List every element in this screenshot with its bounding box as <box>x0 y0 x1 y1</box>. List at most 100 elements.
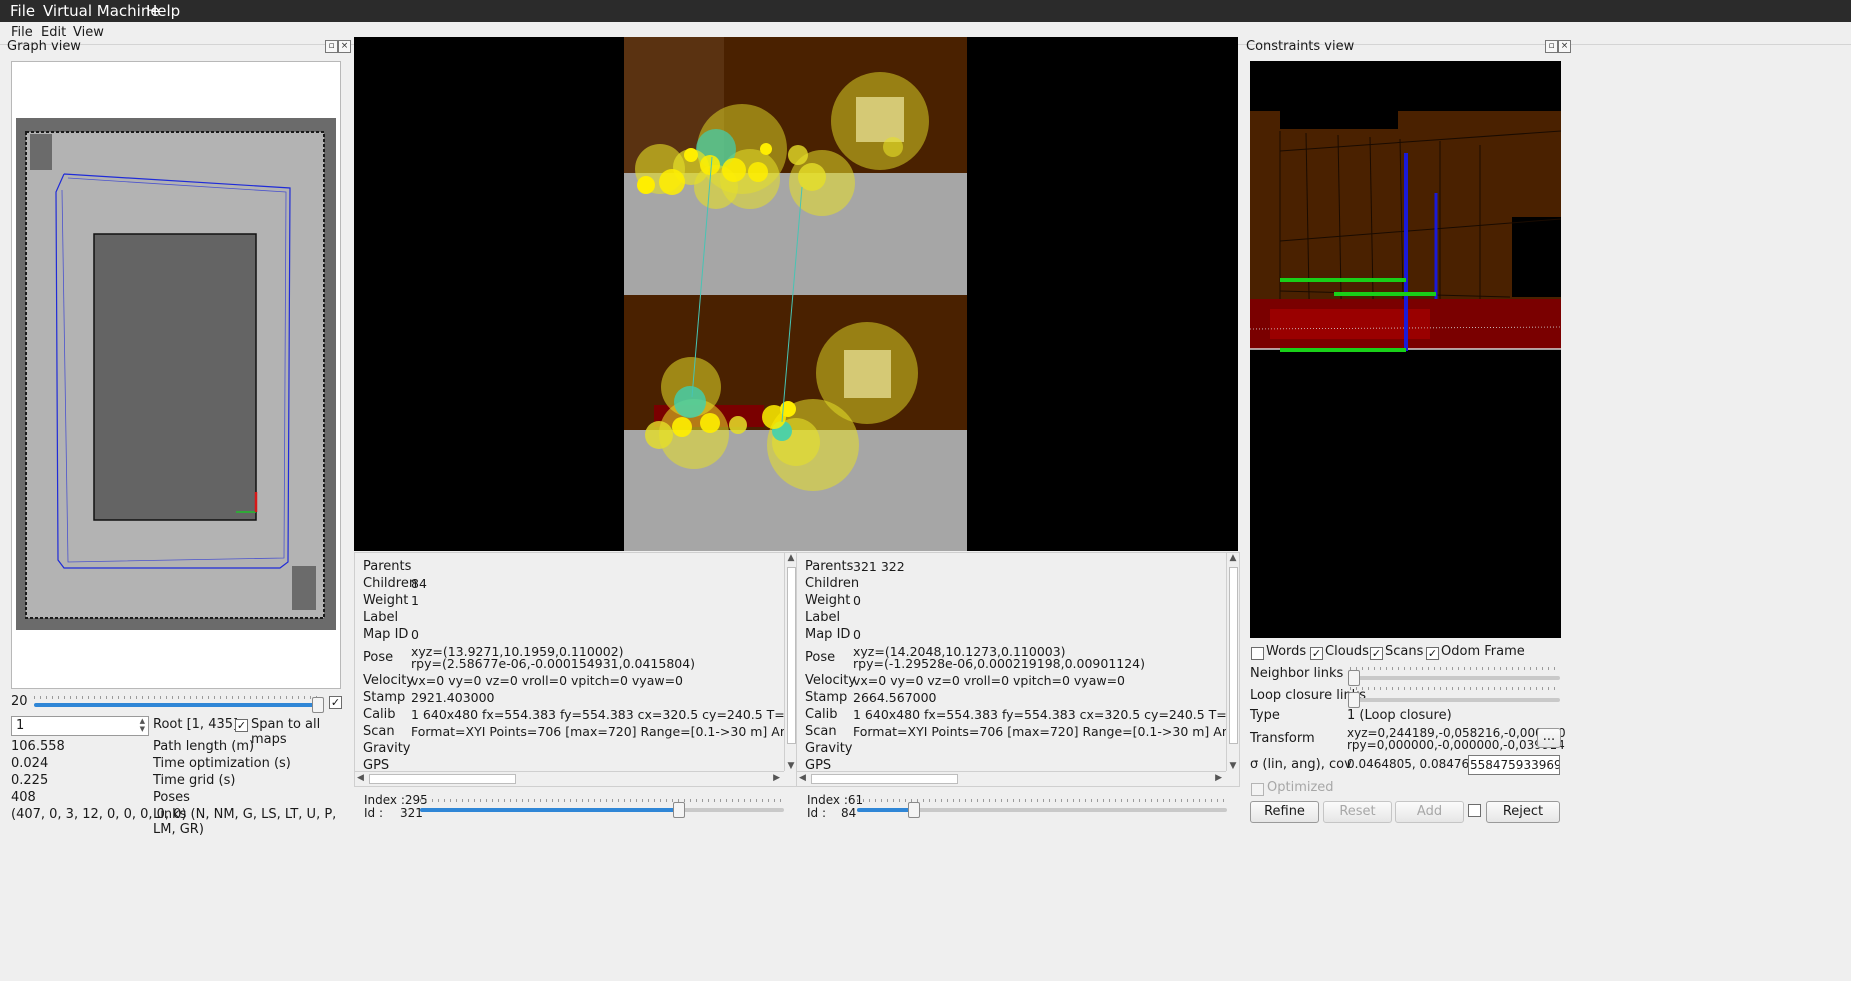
stat-label: Poses <box>153 790 190 805</box>
info-val: 0 <box>853 593 861 608</box>
stat-label: Time optimization (s) <box>153 756 291 771</box>
info-key: Gravity <box>363 741 411 756</box>
scroll-up-icon[interactable]: ▲ <box>1227 553 1239 563</box>
scroll-right-icon[interactable]: ▶ <box>1215 773 1222 783</box>
info-val: 2664.567000 <box>853 690 937 705</box>
loop-closure-image-view[interactable] <box>354 37 1238 551</box>
reset-button[interactable]: Reset <box>1323 801 1392 823</box>
slider-ticks <box>1350 687 1560 690</box>
info-key: Calib <box>363 707 396 722</box>
stat-label: Path length (m) <box>153 739 255 754</box>
scroll-left-icon[interactable]: ◀ <box>357 773 364 783</box>
left-index-slider-handle[interactable] <box>673 802 685 818</box>
left-index-row: Index :295 <box>364 793 428 807</box>
info-key: Children <box>363 576 418 591</box>
close-icon[interactable]: × <box>1558 40 1571 53</box>
info-val: rpy=(-1.29528e-06,0.000219198,0.00901124… <box>853 656 1146 671</box>
index-label: Index : <box>807 793 848 807</box>
neighbor-links-slider-handle[interactable] <box>1348 670 1360 686</box>
graph-view-dock: Graph view ▫ × 20 ✓ 1 ▲ ▼ Root [1, 435] ✓… <box>0 37 352 981</box>
info-key: Scan <box>805 724 837 739</box>
index-label: Index : <box>364 793 405 807</box>
info-val: 84 <box>411 576 427 591</box>
info-clip: 1 640x480 fx=554.383 fy=554.383 cx=320.5… <box>411 707 785 741</box>
info-val: rpy=(2.58677e-06,-0.000154931,0.0415804) <box>411 656 696 671</box>
id-value: 84 <box>841 806 857 820</box>
scroll-thumb[interactable] <box>1229 567 1238 744</box>
horizontal-scrollbar[interactable]: ◀ ▶ <box>355 771 784 785</box>
scans-checkbox[interactable]: ✓ <box>1370 647 1383 660</box>
info-val: 1 <box>411 593 419 608</box>
loop-closure-links-slider-handle[interactable] <box>1348 692 1360 708</box>
stat-value: 106.558 <box>11 739 65 754</box>
image-pair <box>624 37 967 551</box>
float-icon[interactable]: ▫ <box>1545 40 1558 53</box>
host-menu-help[interactable]: Help <box>146 2 180 20</box>
info-key: Scan <box>363 724 395 739</box>
info-key: Gravity <box>805 741 853 756</box>
info-val: vx=0 vy=0 vz=0 vroll=0 vpitch=0 vyaw=0 <box>853 673 1126 688</box>
constraints-view-dock: Constraints view ▫ × Words ✓ Clouds ✓ Sc… <box>1240 37 1851 981</box>
loop-closure-links-slider[interactable] <box>1350 698 1560 702</box>
info-val: 0 <box>853 627 861 642</box>
stat-label: Time grid (s) <box>153 773 236 788</box>
span-all-maps-checkbox[interactable]: ✓ <box>235 719 248 732</box>
optimized-checkbox[interactable] <box>1251 783 1264 796</box>
transform-more-button[interactable]: ... <box>1537 728 1561 748</box>
type-value: 1 (Loop closure) <box>1347 708 1452 723</box>
node-info-right: Parents 321 322 Children Weight 0 Label Ma… <box>796 552 1240 787</box>
spin-arrows-icon[interactable]: ▲ ▼ <box>140 717 145 733</box>
scroll-thumb[interactable] <box>811 774 958 784</box>
covariance-field[interactable]: 5584759339691] <box>1468 755 1560 775</box>
info-clip: 1 640x480 fx=554.383 fy=554.383 cx=320.5… <box>853 707 1227 741</box>
right-index-slider-handle[interactable] <box>908 802 920 818</box>
root-spinbox[interactable]: 1 ▲ ▼ <box>11 716 149 736</box>
neighbor-links-slider[interactable] <box>1350 676 1560 680</box>
scroll-right-icon[interactable]: ▶ <box>773 773 780 783</box>
covariance-value: 5584759339691] <box>1470 758 1559 772</box>
constraints-3d-view[interactable] <box>1250 61 1561 638</box>
reject-button[interactable]: Reject <box>1486 801 1560 823</box>
graph-slider-handle[interactable] <box>312 697 324 713</box>
close-icon[interactable]: × <box>338 40 351 53</box>
info-key: Weight <box>363 593 409 608</box>
words-checkbox[interactable] <box>1251 647 1264 660</box>
horizontal-scrollbar[interactable]: ◀ ▶ <box>797 771 1226 785</box>
graph-slider[interactable] <box>34 703 318 707</box>
root-label: Root [1, 435] <box>153 717 239 732</box>
scans-label: Scans <box>1385 644 1424 659</box>
float-icon[interactable]: ▫ <box>325 40 338 53</box>
slider-ticks <box>1350 667 1560 670</box>
info-key: Weight <box>805 593 851 608</box>
words-label: Words <box>1266 644 1307 659</box>
scroll-left-icon[interactable]: ◀ <box>799 773 806 783</box>
id-label: Id : <box>807 806 827 820</box>
info-val: 1 640x480 fx=554.383 fy=554.383 cx=320.5… <box>853 707 1227 722</box>
add-button[interactable]: Add <box>1395 801 1464 823</box>
scroll-thumb[interactable] <box>369 774 516 784</box>
left-index-slider[interactable] <box>420 808 784 812</box>
clouds-label: Clouds <box>1325 644 1369 659</box>
info-val: 1 640x480 fx=554.383 fy=554.383 cx=320.5… <box>411 707 785 722</box>
host-menu-virtual-machine[interactable]: Virtual Machine <box>43 2 160 20</box>
info-key: Stamp <box>805 690 848 705</box>
info-key: Calib <box>805 707 838 722</box>
info-key: Children <box>805 576 860 591</box>
vertical-scrollbar[interactable]: ▲ ▼ <box>1226 553 1239 771</box>
graph-slider-ticks <box>34 696 318 699</box>
scroll-thumb[interactable] <box>787 567 796 744</box>
graph-slider-checkbox[interactable]: ✓ <box>329 696 342 709</box>
host-menu-file[interactable]: File <box>10 2 35 20</box>
graph-canvas[interactable] <box>11 61 341 689</box>
sigma-label: σ (lin, ang), cov <box>1250 757 1352 772</box>
odom-frame-checkbox[interactable]: ✓ <box>1426 647 1439 660</box>
scroll-down-icon[interactable]: ▼ <box>1227 761 1239 771</box>
info-key: Parents <box>805 559 854 574</box>
graph-slider-value: 20 <box>11 694 28 709</box>
info-val: Format=XYI Points=706 [max=720] Range=[0… <box>411 724 785 739</box>
info-val: Format=XYI Points=706 [max=720] Range=[0… <box>853 724 1227 739</box>
clouds-checkbox[interactable]: ✓ <box>1310 647 1323 660</box>
reject-checkbox[interactable] <box>1468 804 1481 817</box>
refine-button[interactable]: Refine <box>1250 801 1319 823</box>
constraints-view-title: Constraints view <box>1246 39 1355 54</box>
